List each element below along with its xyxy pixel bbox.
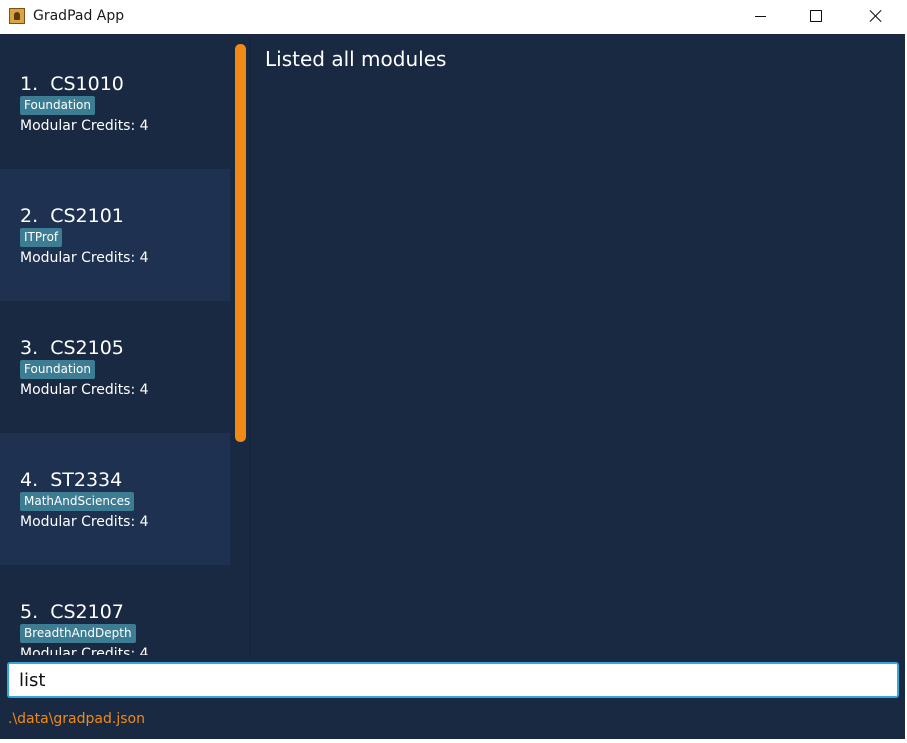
window-border: [0, 739, 907, 743]
module-card[interactable]: 4. ST2334 MathAndSciences Modular Credit…: [0, 433, 230, 565]
result-display: Listed all modules: [265, 47, 447, 71]
title-bar: GradPad App: [0, 0, 907, 34]
close-button[interactable]: [853, 0, 899, 32]
maximize-icon: [810, 10, 822, 22]
module-credits: Modular Credits: 4: [20, 118, 149, 134]
minimize-icon: [754, 15, 766, 17]
module-list[interactable]: 1. CS1010 Foundation Modular Credits: 4 …: [0, 37, 230, 655]
scrollbar-thumb[interactable]: [235, 44, 246, 442]
module-tag: ITProf: [20, 228, 63, 247]
app-icon: [9, 8, 25, 24]
module-credits: Modular Credits: 4: [20, 250, 149, 266]
module-title: 2. CS2101: [20, 205, 124, 227]
module-title: 3. CS2105: [20, 337, 124, 359]
module-tag: Foundation: [20, 360, 95, 379]
module-card[interactable]: 3. CS2105 Foundation Modular Credits: 4: [0, 301, 230, 433]
module-card[interactable]: 2. CS2101 ITProf Modular Credits: 4: [0, 169, 230, 301]
module-card[interactable]: 1. CS1010 Foundation Modular Credits: 4: [0, 37, 230, 169]
module-credits: Modular Credits: 4: [20, 382, 149, 398]
module-title: 4. ST2334: [20, 469, 123, 491]
module-tag: Foundation: [20, 96, 95, 115]
module-tag: MathAndSciences: [20, 492, 135, 511]
minimize-button[interactable]: [737, 0, 783, 32]
module-tag: BreadthAndDepth: [20, 624, 136, 643]
status-bar-path: .\data\gradpad.json: [8, 711, 145, 727]
module-credits: Modular Credits: 4: [20, 646, 149, 655]
maximize-button[interactable]: [793, 0, 839, 32]
command-input[interactable]: [7, 662, 899, 698]
app-body: 1. CS1010 Foundation Modular Credits: 4 …: [0, 34, 905, 739]
module-title: 1. CS1010: [20, 73, 124, 95]
window-title: GradPad App: [33, 8, 125, 24]
module-credits: Modular Credits: 4: [20, 514, 149, 530]
close-icon: [869, 9, 883, 23]
module-title: 5. CS2107: [20, 601, 124, 623]
pane-divider: [249, 37, 251, 655]
module-card[interactable]: 5. CS2107 BreadthAndDepth Modular Credit…: [0, 565, 230, 655]
